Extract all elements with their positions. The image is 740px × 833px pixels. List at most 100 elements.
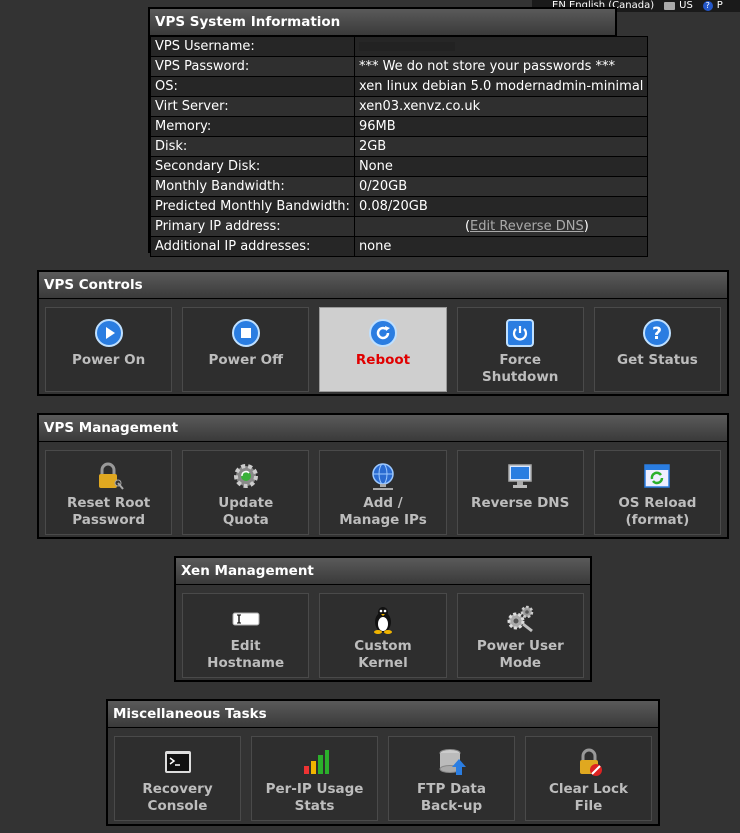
question-icon: ? bbox=[642, 318, 672, 348]
gears-icon bbox=[505, 604, 535, 634]
get-status-label: Get Status bbox=[617, 352, 698, 368]
info-label: VPS Username: bbox=[150, 36, 355, 57]
info-label: Monthly Bandwidth: bbox=[150, 176, 355, 197]
update-quota-button[interactable]: Update Quota bbox=[182, 450, 310, 535]
lock-key-icon bbox=[94, 461, 124, 491]
misc-tasks-title: Miscellaneous Tasks bbox=[108, 701, 658, 728]
system-info-panel: VPS System Information VPS Username: VPS … bbox=[148, 7, 649, 257]
clear-lock-file-button[interactable]: Clear Lock File bbox=[525, 736, 652, 821]
info-value: 0/20GB bbox=[353, 176, 649, 197]
misc-tasks-buttons: Recovery Console Per-IP Usage Stats FTP Da… bbox=[108, 728, 658, 829]
vps-controls-panel: VPS Controls Power On Power Off Reboot Forc… bbox=[37, 270, 729, 396]
power-icon bbox=[505, 318, 535, 348]
info-value: xen linux debian 5.0 modernadmin-minimal bbox=[353, 76, 649, 97]
keyboard-layout-label[interactable]: US bbox=[679, 1, 693, 11]
info-value: *** We do not store your passwords *** bbox=[353, 56, 649, 77]
bar-chart-icon bbox=[300, 747, 330, 777]
custom-kernel-button[interactable]: Custom Kernel bbox=[319, 593, 447, 678]
info-row: VPS Password: *** We do not store your pa… bbox=[150, 56, 649, 77]
info-label: Additional IP addresses: bbox=[150, 236, 355, 257]
info-row: Primary IP address: (Edit Reverse DNS) bbox=[150, 216, 649, 237]
play-icon bbox=[94, 318, 124, 348]
vps-management-title: VPS Management bbox=[39, 415, 727, 442]
power-on-button[interactable]: Power On bbox=[45, 307, 173, 392]
vps-controls-title: VPS Controls bbox=[39, 272, 727, 299]
info-label: OS: bbox=[150, 76, 355, 97]
os-reload-format-button[interactable]: OS Reload (format) bbox=[593, 450, 722, 535]
reset-root-password-label: Reset Root Password bbox=[66, 495, 151, 528]
database-upload-icon bbox=[437, 747, 467, 777]
misc-tasks-panel: Miscellaneous Tasks Recovery Console Per-… bbox=[106, 699, 660, 826]
reverse-dns-label: Reverse DNS bbox=[471, 495, 570, 511]
tux-penguin-icon bbox=[368, 604, 398, 634]
power-on-label: Power On bbox=[71, 352, 146, 368]
gear-refresh-icon bbox=[231, 461, 261, 491]
terminal-icon bbox=[163, 747, 193, 777]
os-reload-format-label: OS Reload (format) bbox=[618, 495, 697, 528]
window-refresh-icon bbox=[642, 461, 672, 491]
info-value: xen03.xenvz.co.uk bbox=[353, 96, 649, 117]
globe-network-icon bbox=[368, 461, 398, 491]
custom-kernel-label: Custom Kernel bbox=[354, 638, 412, 671]
info-value: None bbox=[353, 156, 649, 177]
add-manage-ips-button[interactable]: Add / Manage IPs bbox=[319, 450, 447, 535]
reset-root-password-button[interactable]: Reset Root Password bbox=[45, 450, 173, 535]
recovery-console-button[interactable]: Recovery Console bbox=[114, 736, 241, 821]
info-label: Disk: bbox=[150, 136, 355, 157]
info-label: Virt Server: bbox=[150, 96, 355, 117]
monitor-icon bbox=[505, 461, 535, 491]
vps-controls-buttons: Power On Power Off Reboot Force Shutdown? Ge… bbox=[39, 299, 727, 400]
per-ip-usage-stats-button[interactable]: Per-IP Usage Stats bbox=[251, 736, 378, 821]
per-ip-usage-stats-label: Per-IP Usage Stats bbox=[265, 781, 364, 814]
system-info-title: VPS System Information bbox=[150, 9, 615, 36]
info-value bbox=[353, 36, 649, 57]
stop-icon bbox=[231, 318, 261, 348]
reboot-icon bbox=[368, 318, 398, 348]
info-value: 2GB bbox=[353, 136, 649, 157]
text-field-icon bbox=[231, 604, 261, 634]
info-value: (Edit Reverse DNS) bbox=[353, 216, 649, 237]
xen-management-panel: Xen Management Edit Hostname Custom Kerne… bbox=[174, 556, 592, 682]
info-row: Predicted Monthly Bandwidth: 0.08/20GB bbox=[150, 196, 649, 217]
vps-management-panel: VPS Management Reset Root Password Update… bbox=[37, 413, 729, 539]
ftp-data-back-up-label: FTP Data Back-up bbox=[417, 781, 486, 814]
edit-hostname-button[interactable]: Edit Hostname bbox=[182, 593, 310, 678]
reverse-dns-button[interactable]: Reverse DNS bbox=[456, 450, 584, 535]
edit-reverse-dns-link[interactable]: Edit Reverse DNS bbox=[470, 219, 584, 234]
update-quota-label: Update Quota bbox=[218, 495, 274, 528]
xen-management-buttons: Edit Hostname Custom Kernel Power User Mod… bbox=[176, 585, 590, 686]
info-label: Primary IP address: bbox=[150, 216, 355, 237]
info-row: Memory: 96MB bbox=[150, 116, 649, 137]
add-manage-ips-label: Add / Manage IPs bbox=[339, 495, 427, 528]
info-row: Monthly Bandwidth: 0/20GB bbox=[150, 176, 649, 197]
keyboard-icon bbox=[664, 2, 676, 10]
reboot-button[interactable]: Reboot bbox=[319, 307, 447, 392]
power-user-mode-label: Power User Mode bbox=[476, 638, 564, 671]
force-shutdown-button[interactable]: Force Shutdown bbox=[456, 307, 584, 392]
langbar-more[interactable]: P bbox=[717, 1, 723, 11]
redacted-username bbox=[358, 42, 455, 51]
force-shutdown-label: Force Shutdown bbox=[481, 352, 559, 385]
lock-clear-icon bbox=[574, 747, 604, 777]
get-status-button[interactable]: ? Get Status bbox=[593, 307, 722, 392]
info-row: Additional IP addresses: none bbox=[150, 236, 649, 257]
info-row: Secondary Disk: None bbox=[150, 156, 649, 177]
ftp-data-back-up-button[interactable]: FTP Data Back-up bbox=[388, 736, 515, 821]
power-user-mode-button[interactable]: Power User Mode bbox=[456, 593, 584, 678]
info-row: Disk: 2GB bbox=[150, 136, 649, 157]
power-off-button[interactable]: Power Off bbox=[182, 307, 310, 392]
info-row: VPS Username: bbox=[150, 36, 649, 57]
info-value: none bbox=[353, 236, 649, 257]
power-off-label: Power Off bbox=[208, 352, 284, 368]
help-icon[interactable]: ? bbox=[702, 1, 713, 11]
info-label: Predicted Monthly Bandwidth: bbox=[150, 196, 355, 217]
clear-lock-file-label: Clear Lock File bbox=[548, 781, 629, 814]
info-label: Memory: bbox=[150, 116, 355, 137]
info-label: VPS Password: bbox=[150, 56, 355, 77]
paren: ) bbox=[583, 219, 589, 234]
edit-hostname-label: Edit Hostname bbox=[207, 638, 285, 671]
info-row: OS: xen linux debian 5.0 modernadmin-mini… bbox=[150, 76, 649, 97]
system-info-table: VPS Username: VPS Password: *** We do not … bbox=[150, 36, 649, 257]
vps-management-buttons: Reset Root Password Update Quota Add / Man… bbox=[39, 442, 727, 543]
info-value: 96MB bbox=[353, 116, 649, 137]
